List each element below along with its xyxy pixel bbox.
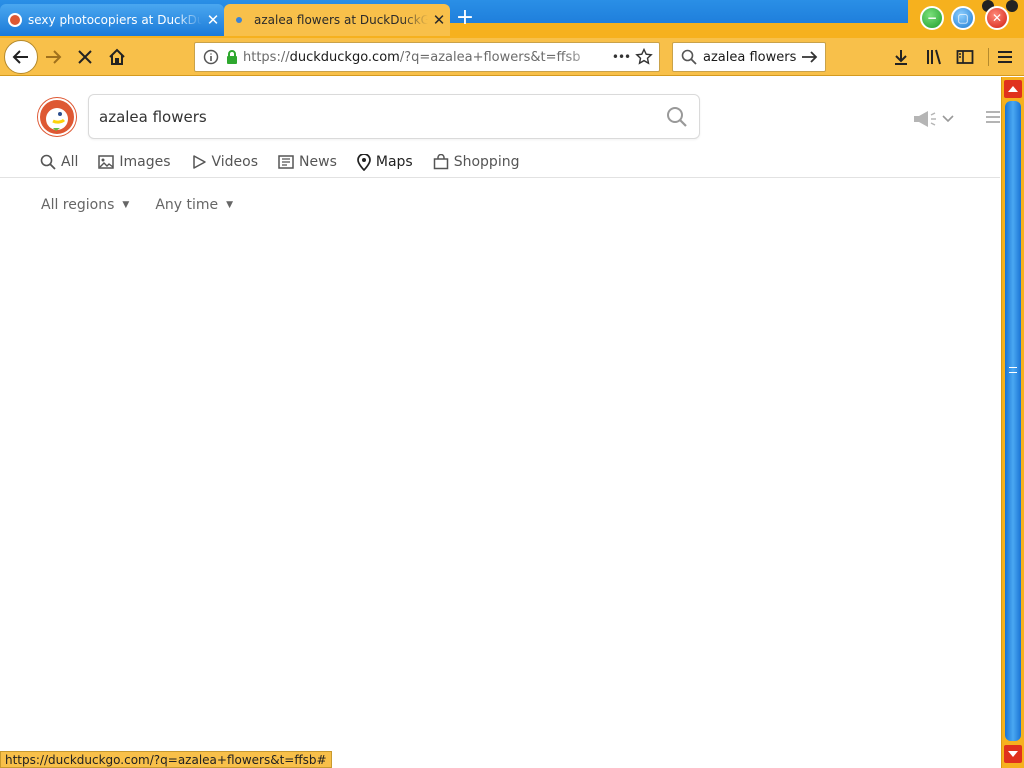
url-scheme: https:// [243,49,290,65]
newspaper-icon [278,155,294,169]
url-domain: duckduckgo.com [289,49,400,65]
search-icon [40,154,56,170]
hamburger-menu-icon [986,111,1000,123]
stop-icon [78,50,92,64]
time-filter-dropdown[interactable]: Any time ▼ [155,197,233,213]
map-pin-icon [357,153,371,171]
search-type-tabs: All Images Videos News Maps Shopping [40,151,539,173]
browser-search-bar[interactable]: azalea flowers [672,42,826,72]
vertical-scrollbar[interactable] [1001,77,1024,768]
maximize-window-button[interactable]: ▢ [951,6,975,30]
search-icon[interactable] [665,105,689,129]
region-filter-label: All regions [41,197,115,213]
forward-arrow-icon [46,50,62,64]
tab-inactive[interactable]: sexy photocopiers at DuckDuckGo ✕ [0,4,224,36]
chevron-down-icon [942,115,954,123]
scroll-down-button[interactable] [1004,745,1022,763]
page-actions-icon[interactable]: ••• [607,50,635,64]
tab-label: All [61,154,79,170]
announcements-toggle[interactable] [912,109,960,129]
library-button[interactable] [919,42,949,72]
new-tab-button[interactable]: + [452,6,478,32]
sidebar-button[interactable] [950,42,980,72]
browser-window: sexy photocopiers at DuckDuckGo ✕ azalea… [0,0,1024,768]
close-tab-icon[interactable]: ✕ [428,11,450,29]
search-icon [681,49,697,65]
region-filter-dropdown[interactable]: All regions ▼ [41,197,129,213]
info-icon[interactable] [203,49,219,65]
hamburger-menu-icon [998,51,1012,63]
scroll-up-button[interactable] [1004,80,1022,98]
toolbar-divider [988,48,989,66]
download-icon [895,50,907,65]
tabs-divider [0,177,1000,178]
tab-label: Maps [375,154,413,170]
search-filters: All regions ▼ Any time ▼ [41,197,259,213]
tab-title: sexy photocopiers at DuckDuckGo [28,13,202,27]
tab-label: News [299,154,337,170]
duckduckgo-logo[interactable] [37,97,77,137]
grip-icon [1009,367,1017,373]
tab-shopping[interactable]: Shopping [433,154,520,170]
navigation-toolbar: https://duckduckgo.com/?q=azalea+flowers… [0,38,1024,76]
search-bar-text: azalea flowers [703,49,797,65]
caret-down-icon: ▼ [226,200,234,210]
caret-down-icon: ▼ [122,200,130,210]
url-path: /?q=azalea+flowers&t=ffsb [399,49,581,65]
loading-dot-icon [236,17,242,23]
stop-loading-button[interactable] [70,42,100,72]
home-button[interactable] [102,42,132,72]
menu-button[interactable] [990,42,1020,72]
tab-label: Images [119,154,171,170]
home-icon [109,48,125,65]
sidebar-icon [956,50,974,64]
close-tab-icon[interactable]: ✕ [202,11,224,29]
time-filter-label: Any time [155,197,219,213]
close-window-button[interactable]: ✕ [985,6,1009,30]
back-button[interactable] [4,40,38,74]
search-form [88,94,700,139]
tab-maps[interactable]: Maps [357,153,413,171]
minimize-window-button[interactable]: − [920,6,944,30]
tab-images[interactable]: Images [98,154,171,170]
url-bar[interactable]: https://duckduckgo.com/?q=azalea+flowers… [194,42,660,72]
tab-label: Videos [211,154,259,170]
decoration-icon [1006,0,1018,12]
tab-strip: sexy photocopiers at DuckDuckGo ✕ azalea… [0,0,1024,38]
arrow-down-icon [1008,751,1018,757]
library-icon [927,49,941,65]
tab-all[interactable]: All [40,154,78,170]
tab-title: azalea flowers at DuckDuckGo [254,13,428,27]
page-menu-button[interactable] [985,109,1001,125]
downloads-button[interactable] [886,42,916,72]
lock-icon [227,50,237,64]
url-text[interactable]: https://duckduckgo.com/?q=azalea+flowers… [239,50,607,65]
duck-icon [38,98,76,136]
tab-videos[interactable]: Videos [191,154,259,170]
megaphone-icon [914,111,936,127]
tab-news[interactable]: News [278,154,337,170]
image-icon [98,155,115,169]
search-input[interactable] [99,95,659,138]
duckduckgo-favicon-icon [8,13,22,27]
page-content: All Images Videos News Maps Shopping [0,77,1000,752]
arrow-up-icon [1008,86,1018,92]
play-icon [192,155,206,169]
forward-button[interactable] [38,42,68,72]
back-arrow-icon [12,50,28,64]
bookmark-star-icon[interactable] [635,48,653,66]
shopping-bag-icon [433,154,448,170]
go-arrow-icon[interactable] [801,49,819,65]
tab-label: Shopping [453,154,520,170]
status-bar-link-preview: https://duckduckgo.com/?q=azalea+flowers… [0,751,332,768]
tab-active[interactable]: azalea flowers at DuckDuckGo ✕ [224,4,450,36]
scrollbar-thumb[interactable] [1005,101,1021,741]
